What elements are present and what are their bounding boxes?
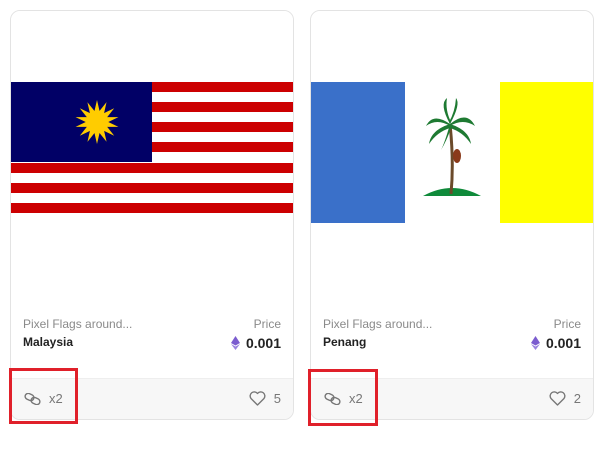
card-footer: x2 5 xyxy=(11,378,293,419)
heart-icon xyxy=(249,391,266,406)
nft-info: Pixel Flags around... Penang Price 0.001 xyxy=(311,303,593,378)
like-button[interactable]: 2 xyxy=(549,391,581,406)
nft-info: Pixel Flags around... Malaysia Price 0.0… xyxy=(11,303,293,378)
like-button[interactable]: 5 xyxy=(249,391,281,406)
nft-media[interactable] xyxy=(11,11,293,303)
nft-media[interactable] xyxy=(311,11,593,303)
chain-count[interactable]: x2 xyxy=(24,391,63,406)
price-value: 0.001 xyxy=(530,335,581,351)
like-count: 5 xyxy=(273,391,281,406)
chain-count-text: x2 xyxy=(349,391,363,406)
like-count: 2 xyxy=(573,391,581,406)
price-label: Price xyxy=(253,317,281,331)
chain-count[interactable]: x2 xyxy=(324,391,363,406)
collection-name[interactable]: Pixel Flags around... xyxy=(23,317,132,331)
penang-flag-image xyxy=(311,82,593,223)
malaysia-flag-image xyxy=(11,82,293,223)
item-name[interactable]: Penang xyxy=(323,335,366,349)
nft-card-malaysia[interactable]: Pixel Flags around... Malaysia Price 0.0… xyxy=(10,10,294,420)
ethereum-icon xyxy=(530,336,540,350)
link-chain-icon xyxy=(24,392,41,405)
item-name[interactable]: Malaysia xyxy=(23,335,73,349)
heart-icon xyxy=(549,391,566,406)
price-label: Price xyxy=(553,317,581,331)
ethereum-icon xyxy=(230,336,240,350)
card-footer: x2 2 xyxy=(311,378,593,419)
price-value: 0.001 xyxy=(230,335,281,351)
price-amount: 0.001 xyxy=(545,335,581,351)
collection-name[interactable]: Pixel Flags around... xyxy=(323,317,432,331)
nft-card-penang[interactable]: Pixel Flags around... Penang Price 0.001… xyxy=(310,10,594,420)
price-amount: 0.001 xyxy=(245,335,281,351)
chain-count-text: x2 xyxy=(49,391,63,406)
link-chain-icon xyxy=(324,392,341,405)
